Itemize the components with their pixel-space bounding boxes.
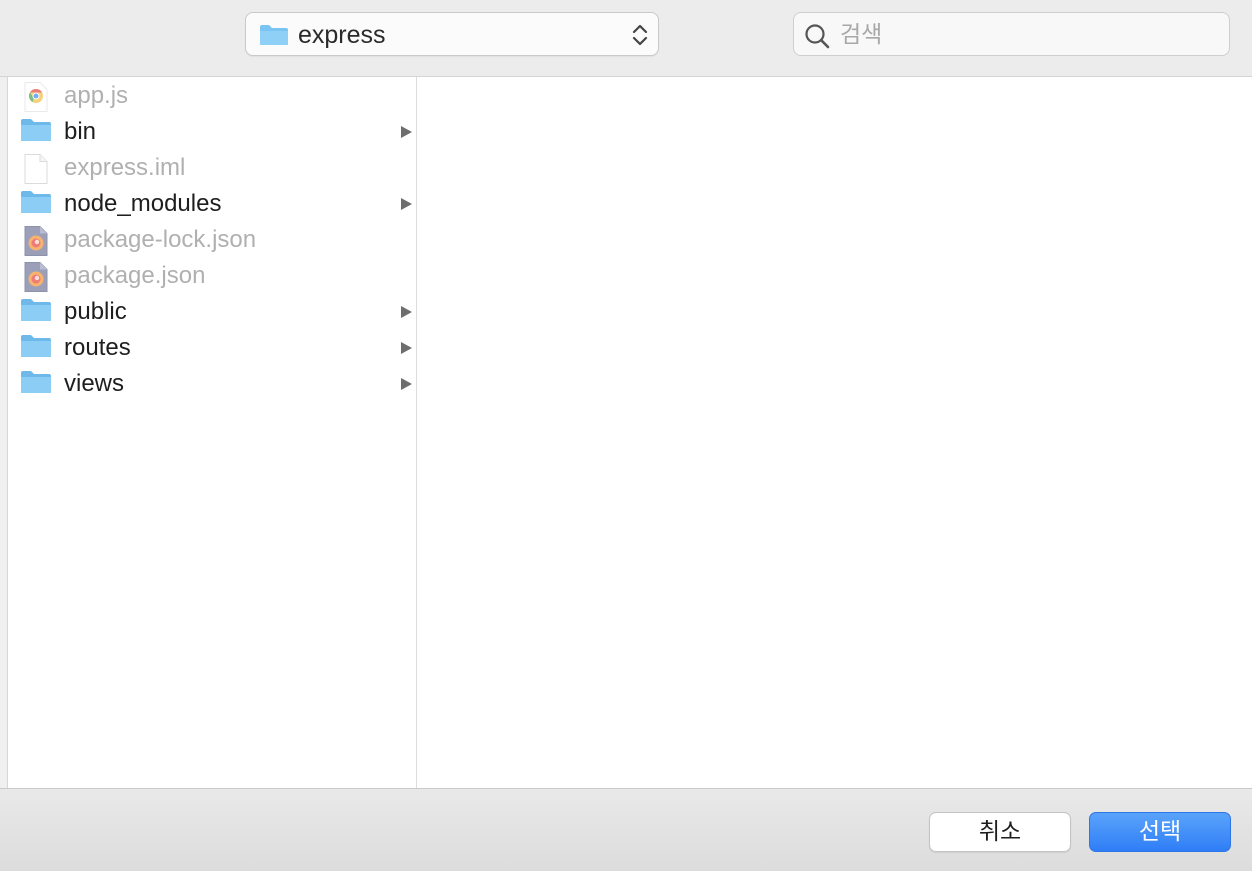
folder-icon <box>20 298 52 324</box>
chrome-js-file-icon <box>20 82 52 112</box>
folder-row[interactable]: public <box>8 293 416 329</box>
folder-row[interactable]: routes <box>8 329 416 365</box>
column-browser: app.js bin express.iml node_modules package-… <box>0 77 1252 788</box>
path-popup-label: express <box>298 21 386 49</box>
disclosure-arrow-icon <box>399 377 413 396</box>
file-name-label: bin <box>64 118 97 145</box>
choose-button[interactable]: 선택 <box>1089 812 1231 852</box>
cancel-button[interactable]: 취소 <box>929 812 1071 852</box>
firefox-document-icon <box>20 262 52 292</box>
preview-column <box>417 77 1252 788</box>
file-name-label: package.json <box>64 262 206 289</box>
file-name-label: routes <box>64 334 131 361</box>
path-popup-button[interactable]: express <box>245 12 659 56</box>
toolbar: express <box>0 0 1252 77</box>
disclosure-arrow-icon <box>399 305 413 324</box>
folder-icon <box>259 24 289 51</box>
folder-row[interactable]: bin <box>8 113 416 149</box>
folder-row[interactable]: views <box>8 365 416 401</box>
bottom-bar: 취소 선택 <box>0 788 1252 871</box>
file-row[interactable]: express.iml <box>8 149 416 185</box>
file-name-label: node_modules <box>64 190 222 217</box>
folder-icon <box>20 190 52 216</box>
search-icon <box>804 23 830 54</box>
search-field[interactable] <box>793 12 1230 56</box>
folder-icon <box>20 334 52 360</box>
blank-document-icon <box>20 154 52 184</box>
file-name-label: app.js <box>64 82 129 109</box>
up-down-chevron-icon <box>631 22 649 53</box>
disclosure-arrow-icon <box>399 341 413 360</box>
column-edge <box>0 77 8 788</box>
firefox-document-icon <box>20 226 52 256</box>
folder-icon <box>20 370 52 396</box>
file-column: app.js bin express.iml node_modules package-… <box>8 77 417 788</box>
file-row[interactable]: package-lock.json <box>8 221 416 257</box>
file-row[interactable]: app.js <box>8 77 416 113</box>
disclosure-arrow-icon <box>399 197 413 216</box>
file-row[interactable]: package.json <box>8 257 416 293</box>
search-input[interactable] <box>838 19 1222 51</box>
file-name-label: views <box>64 370 125 397</box>
file-name-label: package-lock.json <box>64 226 257 253</box>
file-name-label: public <box>64 298 127 325</box>
folder-icon <box>20 118 52 144</box>
disclosure-arrow-icon <box>399 125 413 144</box>
file-name-label: express.iml <box>64 154 186 181</box>
folder-row[interactable]: node_modules <box>8 185 416 221</box>
